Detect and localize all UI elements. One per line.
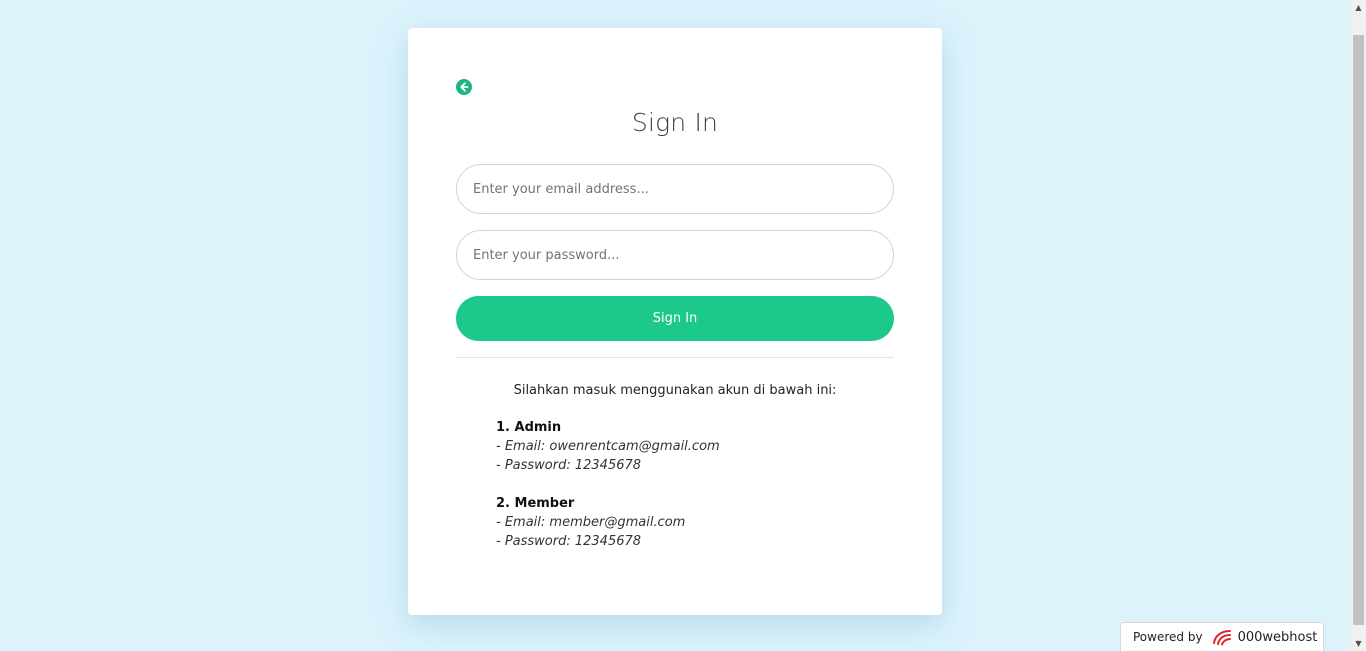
sign-in-button[interactable]: Sign In xyxy=(456,296,894,341)
account-email-admin: - Email: owenrentcam@gmail.com xyxy=(496,439,720,454)
arrow-circle-left-icon[interactable] xyxy=(456,79,472,95)
page: Sign In Sign In Silahkan masuk menggunak… xyxy=(0,0,1366,651)
webhost-brand: 000webhost xyxy=(1237,629,1318,645)
powered-by-label: Powered by xyxy=(1133,630,1203,644)
account-heading-admin: 1. Admin xyxy=(496,420,562,435)
webhost-logo-icon xyxy=(1212,630,1231,646)
scroll-thumb[interactable] xyxy=(1353,35,1364,625)
vertical-scrollbar[interactable]: ▲ ▼ xyxy=(1351,0,1366,651)
divider xyxy=(456,357,894,358)
account-info-intro: Silahkan masuk menggunakan akun di bawah… xyxy=(513,383,837,398)
account-password-admin: - Password: 12345678 xyxy=(496,458,642,473)
account-password-member: - Password: 12345678 xyxy=(496,534,642,549)
powered-by-badge[interactable]: Powered by 000webhost xyxy=(1120,622,1324,651)
account-list: 1. Admin - Email: owenrentcam@gmail.com … xyxy=(496,418,720,551)
email-input[interactable] xyxy=(456,164,894,214)
password-input[interactable] xyxy=(456,230,894,280)
signin-card: Sign In Sign In Silahkan masuk menggunak… xyxy=(408,28,942,615)
scroll-up-icon[interactable]: ▲ xyxy=(1351,0,1366,15)
account-email-member: - Email: member@gmail.com xyxy=(496,515,686,530)
account-heading-member: 2. Member xyxy=(496,496,575,511)
page-title: Sign In xyxy=(631,108,719,137)
scroll-down-icon[interactable]: ▼ xyxy=(1351,636,1366,651)
